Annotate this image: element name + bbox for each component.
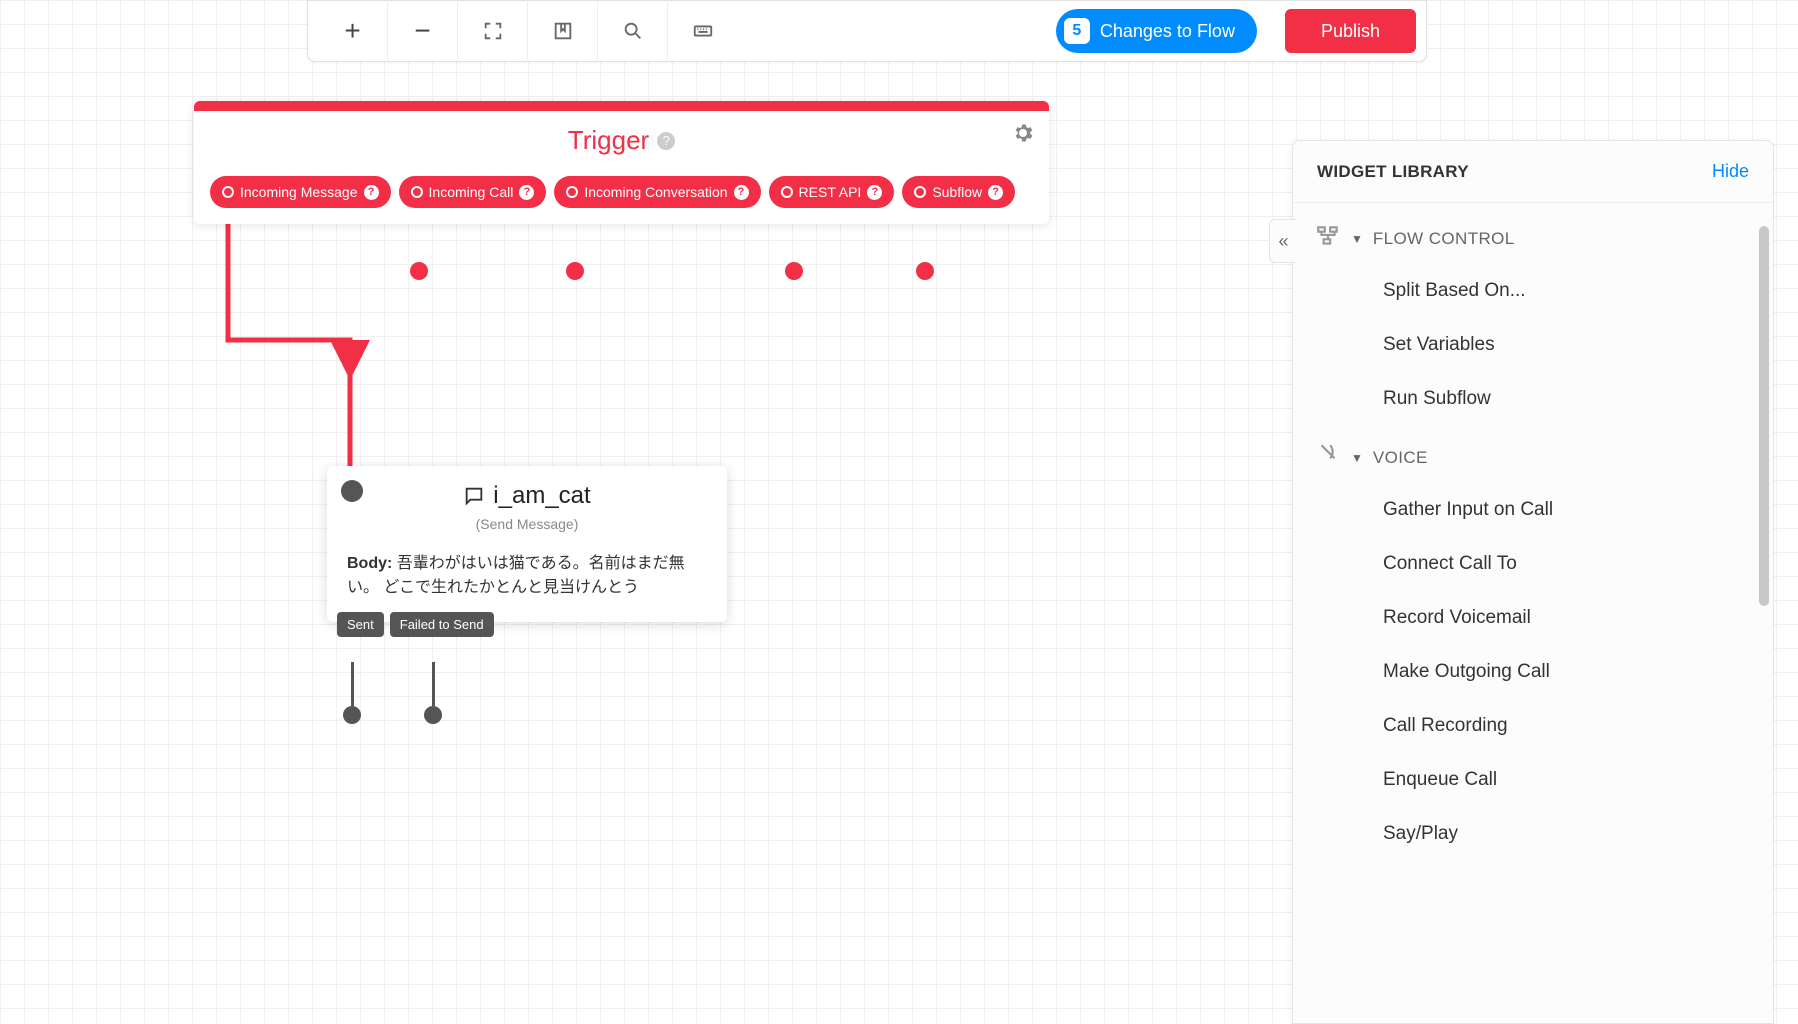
trigger-out-rest-api[interactable]: REST API? (769, 176, 895, 208)
item-connect-call[interactable]: Connect Call To (1293, 537, 1773, 591)
widget-library-panel: « WIDGET LIBRARY Hide ▼ FLOW CONTROL Spl… (1292, 140, 1774, 1024)
port-subflow[interactable] (916, 262, 934, 280)
zoom-in-button[interactable]: + (318, 0, 388, 62)
toolbar: + − 5 Changes to Flow Publish (307, 0, 1427, 62)
zoom-out-button[interactable]: − (388, 0, 458, 62)
trigger-outputs: Incoming Message? Incoming Call? Incomin… (194, 176, 1049, 224)
widget-out-sent[interactable]: Sent (337, 612, 384, 637)
trigger-title: Trigger (568, 125, 649, 156)
item-say-play[interactable]: Say/Play (1293, 807, 1773, 861)
flow-control-icon (1315, 223, 1341, 254)
changes-label: Changes to Flow (1100, 21, 1235, 42)
item-set-variables[interactable]: Set Variables (1293, 318, 1773, 372)
search-button[interactable] (598, 0, 668, 62)
send-message-widget[interactable]: i_am_cat (Send Message) Body: 吾輩わがはいは猫であ… (327, 466, 727, 622)
section-voice[interactable]: ▼ VOICE (1293, 426, 1773, 483)
caret-down-icon: ▼ (1351, 451, 1363, 465)
trigger-widget[interactable]: Trigger ? Incoming Message? Incoming Cal… (194, 101, 1049, 224)
widget-name: i_am_cat (493, 482, 590, 510)
sidebar-title: WIDGET LIBRARY (1317, 162, 1469, 182)
caret-down-icon: ▼ (1351, 232, 1363, 246)
keyboard-button[interactable] (668, 0, 738, 62)
port-incoming-call[interactable] (410, 262, 428, 280)
item-split-based-on[interactable]: Split Based On... (1293, 264, 1773, 318)
widget-input-port[interactable] (341, 480, 363, 502)
item-enqueue-call[interactable]: Enqueue Call (1293, 753, 1773, 807)
port-failed[interactable] (424, 706, 442, 724)
message-icon (463, 485, 485, 507)
item-gather-input[interactable]: Gather Input on Call (1293, 483, 1773, 537)
voice-icon (1315, 442, 1341, 473)
publish-button[interactable]: Publish (1285, 9, 1416, 53)
hide-button[interactable]: Hide (1712, 161, 1749, 182)
widget-body: Body: 吾輩わがはいは猫である。名前はまだ無い。 どこで生れたかとんと見当け… (327, 538, 727, 622)
sidebar-body[interactable]: ▼ FLOW CONTROL Split Based On... Set Var… (1293, 203, 1773, 1023)
help-icon[interactable]: ? (657, 132, 675, 150)
collapse-panel-button[interactable]: « (1269, 219, 1297, 263)
trigger-out-incoming-conversation[interactable]: Incoming Conversation? (554, 176, 760, 208)
changes-to-flow-button[interactable]: 5 Changes to Flow (1056, 9, 1257, 53)
scrollbar[interactable] (1759, 226, 1769, 606)
trigger-out-incoming-message[interactable]: Incoming Message? (210, 176, 391, 208)
widget-out-failed[interactable]: Failed to Send (390, 612, 494, 637)
item-record-voicemail[interactable]: Record Voicemail (1293, 591, 1773, 645)
widget-type: (Send Message) (347, 516, 707, 532)
fit-screen-button[interactable] (458, 0, 528, 62)
section-flow-control[interactable]: ▼ FLOW CONTROL (1293, 207, 1773, 264)
changes-count-badge: 5 (1064, 18, 1090, 44)
item-call-recording[interactable]: Call Recording (1293, 699, 1773, 753)
bookmark-button[interactable] (528, 0, 598, 62)
port-rest-api[interactable] (785, 262, 803, 280)
gear-icon[interactable] (1011, 121, 1035, 150)
port-sent[interactable] (343, 706, 361, 724)
port-incoming-conversation[interactable] (566, 262, 584, 280)
item-run-subflow[interactable]: Run Subflow (1293, 372, 1773, 426)
trigger-out-subflow[interactable]: Subflow? (902, 176, 1015, 208)
trigger-out-incoming-call[interactable]: Incoming Call? (399, 176, 547, 208)
item-make-outgoing-call[interactable]: Make Outgoing Call (1293, 645, 1773, 699)
